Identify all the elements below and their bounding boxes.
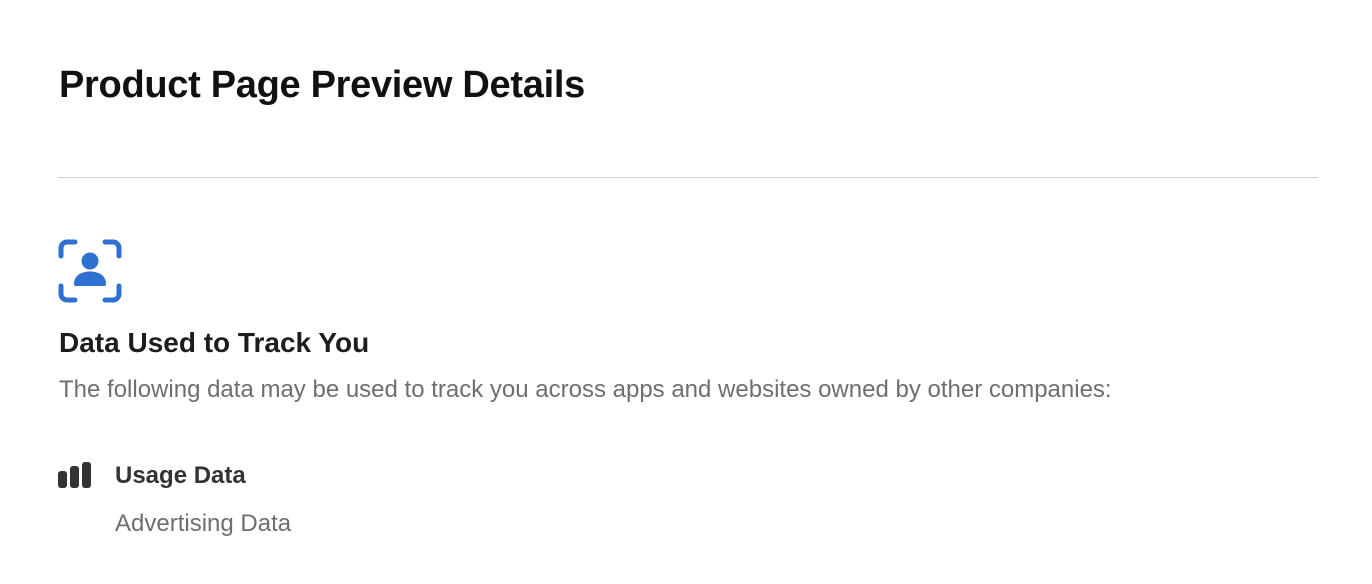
section-description: The following data may be used to track …	[59, 376, 1112, 403]
page-title: Product Page Preview Details	[59, 64, 585, 106]
section-title: Data Used to Track You	[59, 327, 370, 358]
category-title: Usage Data	[115, 462, 246, 489]
divider	[58, 177, 1318, 178]
category-item: Advertising Data	[115, 510, 292, 537]
usage-data-bars-icon	[58, 462, 91, 488]
tracking-person-icon	[58, 239, 122, 303]
